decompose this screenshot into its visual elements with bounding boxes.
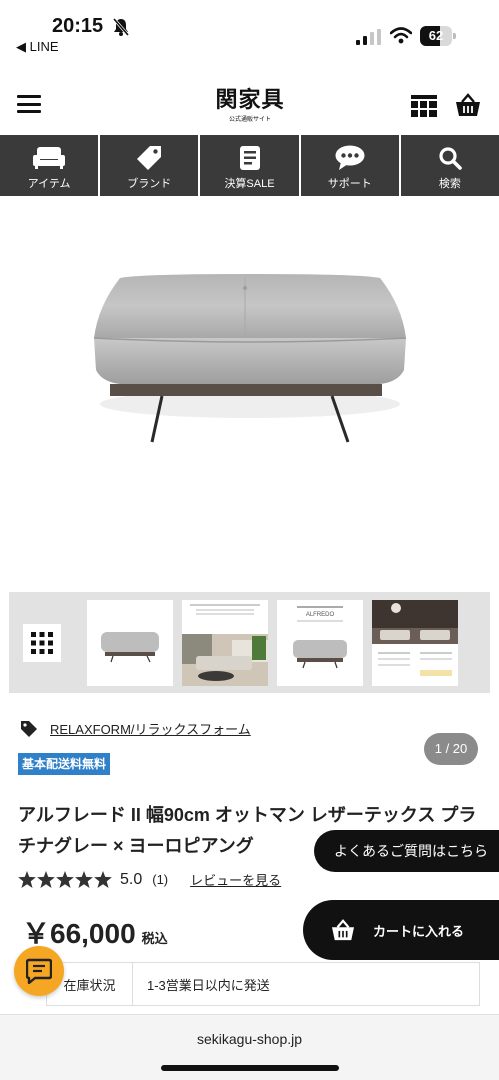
add-to-cart-button[interactable]: カートに入れる	[303, 900, 499, 960]
thumbnail-2[interactable]	[182, 600, 268, 686]
document-icon	[239, 146, 260, 170]
grid-icon	[31, 632, 53, 654]
site-logo[interactable]: 関家具 公式通販サイト	[200, 87, 300, 124]
star-icon	[18, 871, 36, 888]
url-text: sekikagu-shop.jp	[196, 1031, 303, 1047]
basket-icon[interactable]	[455, 93, 481, 117]
basket-icon	[332, 919, 354, 941]
rating-stars	[18, 871, 112, 888]
add-to-cart-label: カートに入れる	[373, 923, 465, 939]
thumbnail-strip: ALFREDO	[9, 592, 490, 693]
gallery-page-counter: 1 / 20	[424, 733, 478, 765]
stock-value: 1-3営業日以内に発送	[147, 977, 270, 993]
star-icon	[75, 871, 93, 888]
nav-item-brands[interactable]: ブランド	[100, 135, 201, 196]
ottoman-photo	[93, 274, 407, 443]
nav-item-sale[interactable]: 決算SALE	[200, 135, 301, 196]
chat-bubble-icon	[335, 145, 365, 170]
status-bar: 20:15 ◀ LINE 62	[0, 0, 499, 62]
tag-icon	[137, 146, 162, 170]
stock-status-table: 在庫状況 1-3営業日以内に発送	[46, 962, 480, 1006]
svg-text:ALFREDO: ALFREDO	[306, 612, 335, 618]
nav-item-support[interactable]: サポート	[301, 135, 401, 196]
rating-value: 5.0	[120, 870, 143, 888]
thumbnail-3[interactable]: ALFREDO	[277, 600, 363, 686]
logo-subtext: 公式通販サイト	[228, 117, 271, 123]
site-header: 関家具 公式通販サイト	[0, 62, 499, 136]
product-main-image[interactable]: 1 / 20	[0, 196, 499, 765]
bell-muted-icon	[113, 18, 129, 36]
thumbnail-4[interactable]	[372, 600, 458, 686]
home-indicator[interactable]	[161, 1065, 339, 1071]
category-nav: アイテム ブランド 決算SALE サポート 検索	[0, 135, 499, 196]
wifi-icon	[390, 27, 412, 44]
nav-label-search: 検索	[438, 178, 461, 190]
store-icon[interactable]	[411, 95, 437, 117]
star-icon	[56, 871, 74, 888]
sofa-icon	[33, 147, 66, 169]
chat-icon	[26, 958, 52, 984]
nav-item-search[interactable]: 検索	[401, 135, 499, 196]
nav-label-brands: ブランド	[127, 178, 172, 190]
gallery-grid-button[interactable]	[23, 624, 61, 662]
nav-label-sale: 決算SALE	[224, 178, 275, 190]
rating-count: (1)	[152, 872, 169, 887]
thumbnail-1[interactable]	[87, 600, 173, 686]
brand-link[interactable]: RELAXFORM/リラックスフォーム	[50, 719, 251, 738]
signal-icon	[356, 29, 381, 45]
browser-url-bar[interactable]: sekikagu-shop.jp	[0, 1014, 499, 1080]
review-link[interactable]: レビューを見る	[190, 870, 281, 889]
logo-text: 関家具	[215, 87, 285, 112]
hamburger-menu-icon[interactable]	[17, 95, 41, 113]
rating-row: 5.0 (1) レビューを見る	[18, 870, 281, 889]
tag-icon	[21, 720, 37, 737]
brand-row: RELAXFORM/リラックスフォーム	[20, 719, 251, 738]
faq-label: よくあるご質問はこちら	[334, 843, 488, 859]
nav-label-items: アイテム	[27, 178, 71, 190]
nav-label-support: サポート	[327, 178, 372, 190]
battery-percent: 62	[428, 28, 444, 43]
nav-item-items[interactable]: アイテム	[0, 135, 101, 196]
search-icon	[439, 147, 462, 170]
status-time: 20:15	[52, 15, 104, 37]
faq-button[interactable]: よくあるご質問はこちら	[314, 830, 499, 872]
free-shipping-badge: 基本配送料無料	[18, 753, 111, 775]
star-icon	[37, 871, 55, 888]
battery-indicator: 62	[420, 26, 456, 46]
star-icon	[94, 871, 112, 888]
chat-button[interactable]	[14, 946, 64, 996]
tax-label: 税込	[141, 931, 168, 946]
back-to-app-link[interactable]: ◀ LINE	[16, 39, 59, 55]
